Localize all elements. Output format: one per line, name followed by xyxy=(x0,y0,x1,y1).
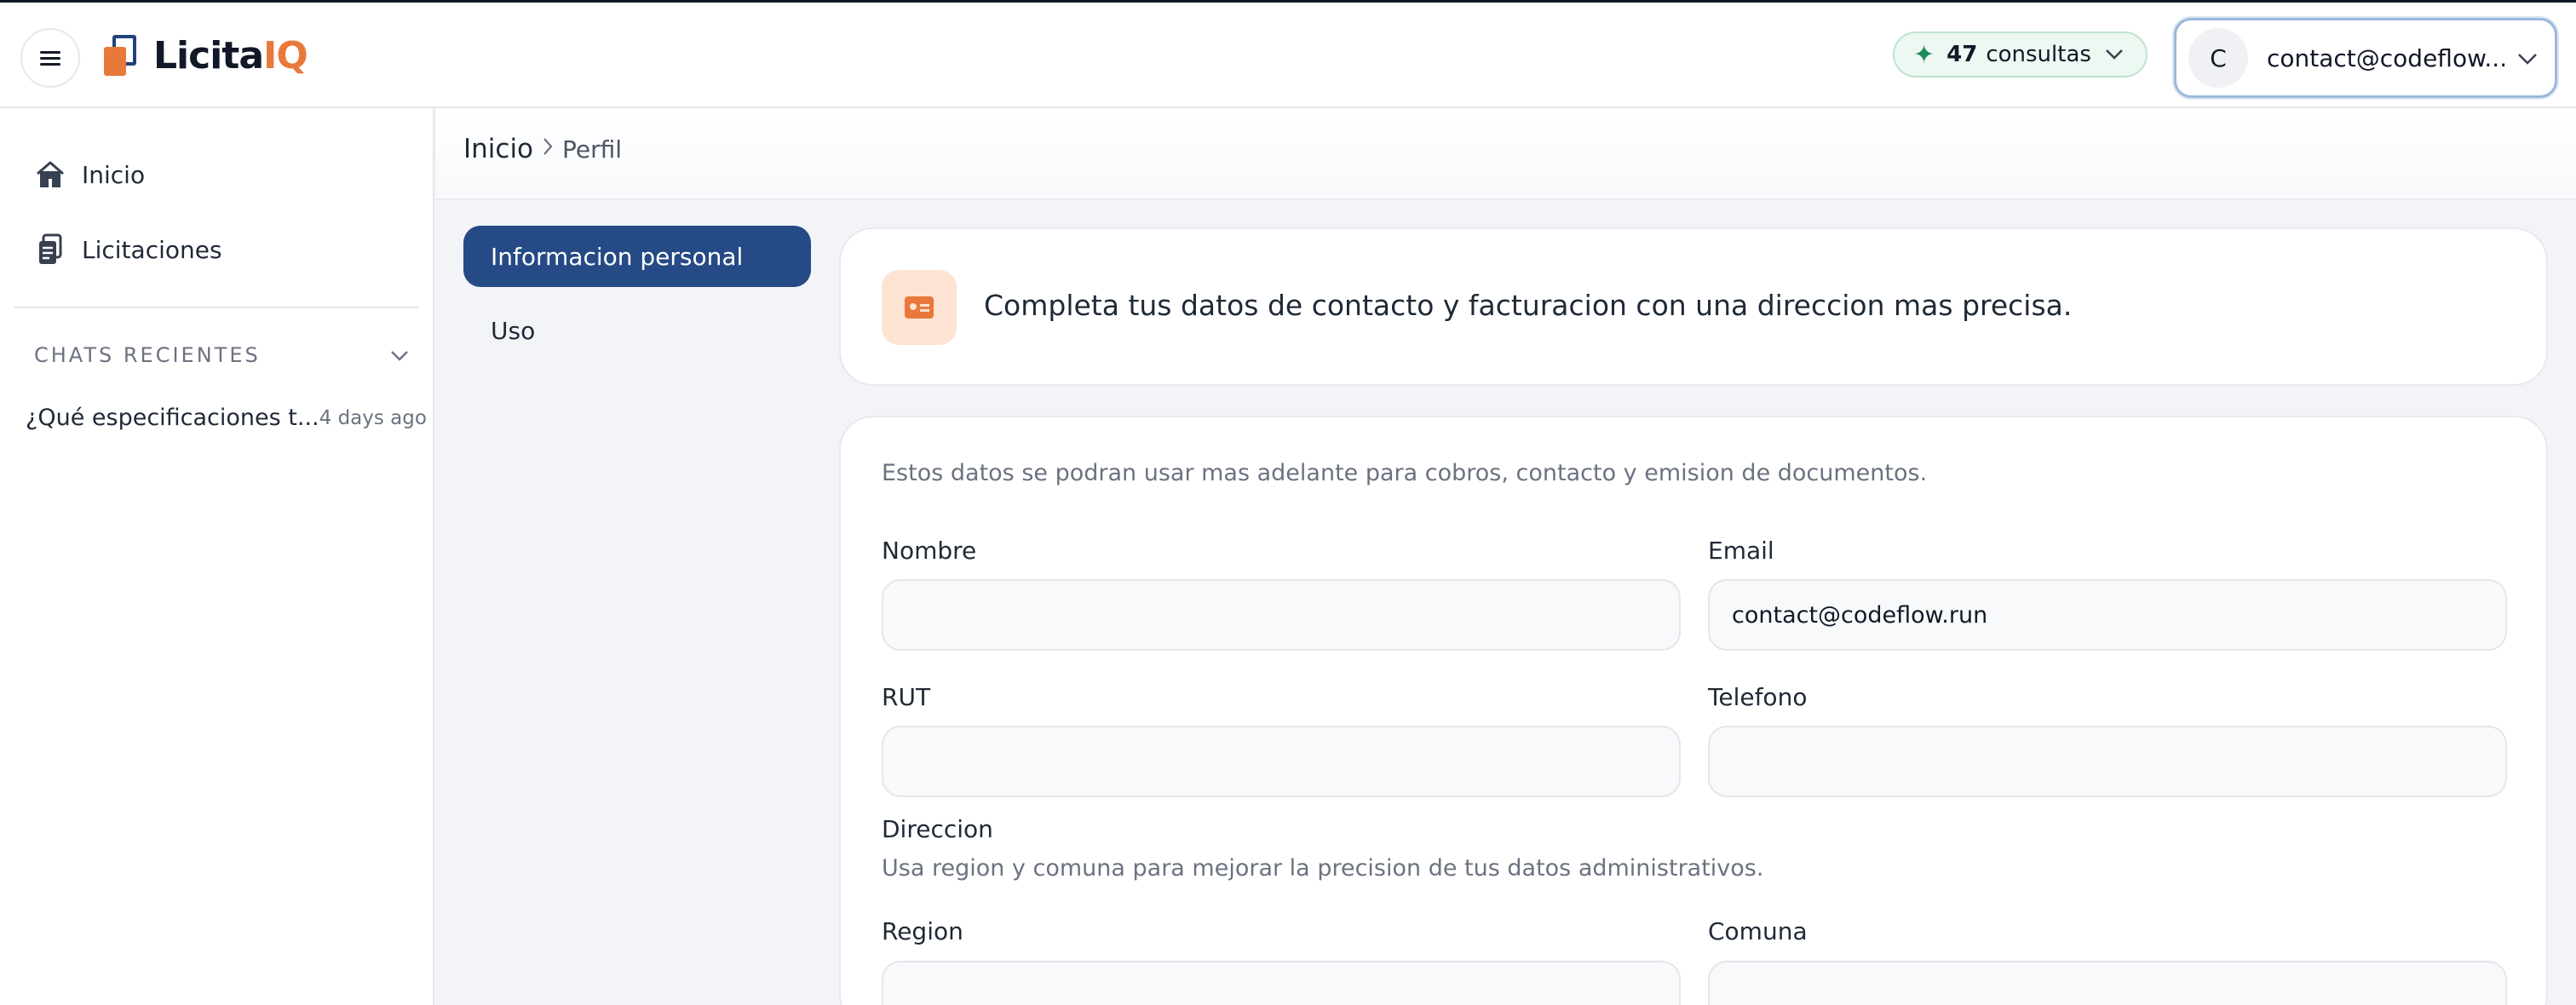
logo[interactable]: LicitaIQ xyxy=(101,32,308,79)
account-email: contact@codeflow.... xyxy=(2267,43,2507,72)
sidebar-item-inicio[interactable]: Inicio xyxy=(34,156,145,193)
sidebar-item-licitaciones[interactable]: Licitaciones xyxy=(34,231,222,268)
email-input[interactable] xyxy=(1708,579,2507,651)
nombre-label: Nombre xyxy=(882,537,977,565)
personal-info-form: Estos datos se podran usar mas adelante … xyxy=(839,416,2548,1005)
nombre-input[interactable] xyxy=(882,579,1681,651)
recent-chats-header[interactable]: CHATS RECIENTES xyxy=(34,343,409,367)
recent-chat-item[interactable]: ¿Qué especificaciones t... 4 days ago xyxy=(26,405,427,431)
region-select[interactable] xyxy=(882,961,1681,1005)
credits-badge[interactable]: ✦ 47 consultas xyxy=(1893,32,2148,78)
tab-uso[interactable]: Uso xyxy=(463,300,811,361)
logo-text: LicitaIQ xyxy=(153,33,308,78)
logo-mark-icon xyxy=(101,33,141,78)
chevron-down-icon xyxy=(2105,44,2124,66)
account-menu[interactable]: C contact@codeflow.... xyxy=(2174,18,2557,98)
chevron-down-icon xyxy=(390,343,409,367)
breadcrumb-current: Perfil xyxy=(562,135,623,164)
sidebar: Inicio Licitaciones CHATS RECIENTES ¿Qué… xyxy=(0,108,434,1005)
direccion-heading: Direccion xyxy=(882,815,993,843)
form-description: Estos datos se podran usar mas adelante … xyxy=(882,460,1928,486)
id-card-icon xyxy=(882,270,957,345)
telefono-input[interactable] xyxy=(1708,726,2507,797)
recent-chat-title: ¿Qué especificaciones t... xyxy=(26,405,319,431)
menu-icon xyxy=(40,48,60,69)
avatar: C xyxy=(2188,28,2248,88)
rut-input[interactable] xyxy=(882,726,1681,797)
sidebar-divider xyxy=(14,307,419,308)
comuna-select[interactable] xyxy=(1708,961,2507,1005)
region-label: Region xyxy=(882,917,963,945)
banner-text: Completa tus datos de contacto y factura… xyxy=(984,289,2073,322)
clipboard-icon xyxy=(34,233,66,266)
direccion-hint: Usa region y comuna para mejorar la prec… xyxy=(882,855,1764,882)
home-icon xyxy=(34,158,66,191)
app-header: LicitaIQ ✦ 47 consultas C contact@codefl… xyxy=(0,3,2576,108)
breadcrumb: Inicio Perfil xyxy=(463,134,622,164)
recent-chat-time: 4 days ago xyxy=(319,406,427,429)
tab-informacion-personal[interactable]: Informacion personal xyxy=(463,226,811,287)
breadcrumb-root-link[interactable]: Inicio xyxy=(463,134,533,164)
telefono-label: Telefono xyxy=(1708,683,1808,711)
comuna-label: Comuna xyxy=(1708,917,1808,945)
sparkle-icon: ✦ xyxy=(1913,39,1935,70)
sidebar-item-label: Inicio xyxy=(82,160,146,189)
chevron-down-icon xyxy=(2517,46,2538,70)
credits-label: consultas xyxy=(1986,42,2091,67)
profile-banner-card: Completa tus datos de contacto y factura… xyxy=(839,227,2548,386)
chevron-right-icon xyxy=(542,136,554,162)
email-label: Email xyxy=(1708,537,1774,565)
sidebar-item-label: Licitaciones xyxy=(82,235,222,264)
rut-label: RUT xyxy=(882,683,931,711)
credits-count: 47 xyxy=(1946,42,1978,67)
breadcrumb-bar: Inicio Perfil xyxy=(436,108,2576,200)
hamburger-menu-button[interactable] xyxy=(20,28,80,88)
